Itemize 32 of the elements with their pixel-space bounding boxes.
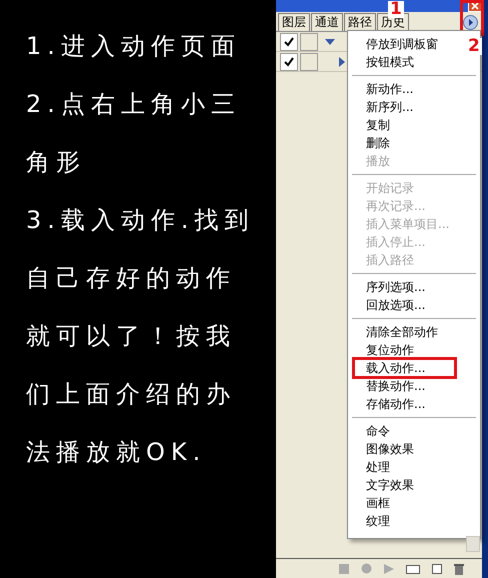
menu-item[interactable]: 按钮模式 (348, 53, 418, 71)
menu-item[interactable]: 处理 (348, 458, 394, 476)
menu-item[interactable]: 清除全部动作 (348, 323, 442, 341)
menu-item[interactable]: 复制 (348, 116, 394, 134)
menu-item[interactable]: 替换动作... (348, 377, 430, 395)
menu-item[interactable]: 文字效果 (348, 476, 418, 494)
menu-item[interactable]: 画框 (348, 494, 394, 512)
menu-item[interactable]: 回放选项... (348, 296, 430, 314)
instruction-line: 1.进入动作页面 (26, 31, 242, 62)
menu-item[interactable]: 删除 (348, 134, 394, 152)
menu-item[interactable]: 存储动作... (348, 395, 430, 413)
menu-item[interactable]: 新序列... (348, 98, 418, 116)
panel-tab[interactable]: 通道 (311, 13, 343, 31)
menu-item[interactable]: 复位动作 (348, 341, 418, 359)
instruction-line: 就可以了！按我 (26, 321, 237, 352)
step-marker: 1 (388, 1, 404, 18)
instruction-line: 法播放就OK. (26, 437, 208, 468)
instruction-line: 3.载入动作.找到 (26, 205, 256, 236)
instruction-line: 角形 (26, 147, 87, 178)
menu-item[interactable]: 载入动作... (354, 359, 456, 377)
menu-item[interactable]: 图像效果 (348, 440, 418, 458)
instruction-line: 自己存好的动作 (26, 263, 237, 294)
menu-item[interactable]: 停放到调板窗 (348, 35, 442, 53)
menu-item[interactable]: 新动作... (348, 80, 418, 98)
panel-tab[interactable]: 图层 (278, 13, 310, 31)
step-marker: 2 (466, 38, 482, 55)
menu-item[interactable]: 纹理 (348, 512, 394, 530)
menu-item[interactable]: 命令 (348, 422, 394, 440)
instruction-line: 们上面介绍的办 (26, 379, 237, 410)
instruction-line: 2.点右上角小三 (26, 89, 242, 120)
menu-item[interactable]: 序列选项... (348, 278, 430, 296)
panel-tab[interactable]: 路径 (344, 13, 376, 31)
